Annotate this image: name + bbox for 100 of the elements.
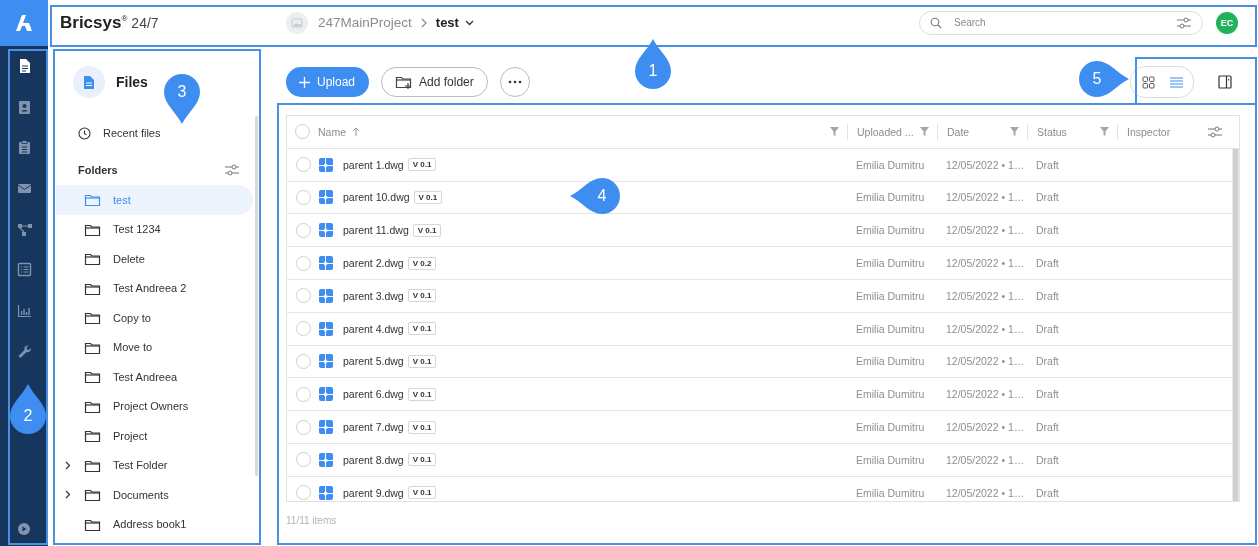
table-cell-text: Emilia Dumitru [855,289,926,302]
version-badge: V 0.1 [407,289,437,303]
table-cell-text: 12/05/2022 • 1… [945,224,1026,237]
folder-item[interactable]: Copy to [56,303,253,333]
folder-item[interactable]: Address book1 [56,509,253,539]
folder-icon [84,310,101,326]
folder-item[interactable]: Delete [56,244,253,274]
play-icon[interactable] [18,523,30,535]
chevron-right-icon [419,17,428,28]
folder-item[interactable]: Test 1234 [56,214,253,244]
drawing-file-icon [319,157,333,172]
file-name[interactable]: parent 11.dwg [343,224,409,237]
drawing-file-icon [319,256,333,271]
brand-name: Bricsys [60,12,122,33]
column-header[interactable]: Date [947,125,970,138]
file-name[interactable]: parent 3.dwg [343,289,404,302]
file-name[interactable]: parent 5.dwg [343,355,404,368]
folder-item[interactable]: Test Andreea 2 [56,273,253,303]
scrollbar-thumb[interactable] [1233,149,1238,501]
grid-view-icon[interactable] [1141,75,1155,89]
version-badge: V 0.1 [407,322,437,336]
version-badge: V 0.1 [413,191,443,204]
drawing-file-icon [319,452,333,467]
column-header[interactable]: Inspector [1127,125,1171,138]
folder-item[interactable]: Move to [56,332,253,362]
sort-arrow-up-icon[interactable] [352,126,360,137]
version-badge: V 0.1 [407,486,437,500]
table-cell-text: Emilia Dumitru [855,224,926,237]
table-cell-text: 12/05/2022 • 1… [945,421,1026,434]
panel-title: Files [116,74,148,90]
folder-item[interactable]: Project Owners [56,391,253,421]
more-button[interactable] [499,67,530,97]
column-header[interactable]: Uploaded ... [857,125,914,138]
breadcrumb-link[interactable]: 247MainProject [318,15,412,30]
folder-icon [84,251,101,267]
caret-down-icon [464,19,474,26]
table-cell-text: 12/05/2022 • 1… [945,453,1026,466]
file-name[interactable]: parent 2.dwg [343,257,404,270]
drawing-file-icon [319,354,333,369]
folder-icon [84,487,101,503]
brand-logo-icon[interactable] [13,13,35,33]
expand-chevron-icon[interactable] [65,460,71,470]
expand-chevron-icon[interactable] [65,490,71,499]
filter-icon[interactable] [830,127,839,137]
drawing-file-icon [319,223,333,238]
file-name[interactable]: parent 10.dwg [343,191,410,204]
version-badge: V 0.1 [412,223,442,237]
callout-marker: 3 [164,74,200,124]
view-toggle[interactable] [1130,66,1194,98]
folder-item[interactable]: Test Andreea [56,362,253,392]
table-cell-text: Draft [1035,486,1060,499]
drawing-file-icon [319,190,333,205]
table-cell-text: 12/05/2022 • 1… [945,158,1026,171]
table-cell-text: Emilia Dumitru [855,453,926,466]
drawing-file-icon [319,321,333,336]
folder-icon [84,192,101,208]
table-cell-text: Emilia Dumitru [855,322,926,335]
table-cell-text: Draft [1035,289,1060,302]
table-cell-text: Draft [1035,453,1060,466]
side-panel-icon[interactable] [1218,75,1232,89]
folder-item[interactable]: Project [56,421,253,451]
table-cell-text: Emilia Dumitru [855,421,926,434]
callout-marker: 2 [10,384,46,434]
folder-item[interactable]: Documents [56,480,253,510]
drawing-file-icon [319,420,333,435]
filter-settings-icon[interactable] [224,163,240,177]
file-name[interactable]: parent 1.dwg [343,158,404,171]
file-name[interactable]: parent 9.dwg [343,486,404,499]
plus-icon [299,76,310,88]
table-cell-text: Emilia Dumitru [855,158,926,171]
recent-files-link[interactable]: Recent files [78,122,161,144]
table-cell-text: 12/05/2022 • 1… [945,257,1026,270]
drawing-file-icon [319,485,333,500]
table-cell-text: 12/05/2022 • 1… [945,289,1026,302]
folder-item[interactable]: Test Folder [56,450,253,480]
list-view-icon[interactable] [1169,75,1183,89]
filter-icon[interactable] [1100,127,1109,137]
filter-icon[interactable] [920,127,929,137]
file-name[interactable]: parent 7.dwg [343,421,404,434]
file-name[interactable]: parent 6.dwg [343,388,404,401]
file-name[interactable]: parent 4.dwg [343,322,404,335]
file-name[interactable]: parent 8.dwg [343,453,404,466]
table-cell-text: 12/05/2022 • 1… [945,355,1026,368]
column-header[interactable]: Status [1037,125,1067,138]
table-cell-text: Draft [1035,421,1060,434]
folder-plus-icon [395,74,413,90]
project-dropdown[interactable]: test [435,15,474,30]
table-cell-text: Emilia Dumitru [855,388,926,401]
table-cell-text: 12/05/2022 • 1… [945,388,1026,401]
column-header[interactable]: Name [318,125,346,138]
filter-settings-icon[interactable] [1176,15,1192,30]
table-cell-text: 12/05/2022 • 1… [945,322,1026,335]
folder-icon [84,428,101,444]
add-folder-button[interactable]: Add folder [381,67,488,97]
column-settings-icon[interactable] [1207,124,1223,139]
filter-icon[interactable] [1010,127,1019,137]
scrollbar[interactable] [255,116,258,476]
folder-icon [84,369,101,385]
document-icon [82,74,96,90]
table-cell-text: Draft [1035,158,1060,171]
